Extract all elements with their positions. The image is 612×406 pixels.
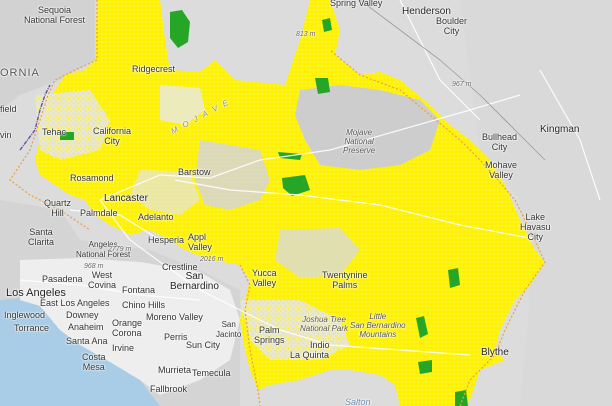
label-temecula: Temecula bbox=[192, 368, 231, 378]
label-spring-valley: Spring Valley bbox=[330, 0, 383, 8]
label-vin: vin bbox=[0, 130, 12, 140]
label-mojave-preserve: Mojave National Preserve bbox=[343, 128, 376, 155]
label-downey: Downey bbox=[66, 310, 99, 320]
label-costa-mesa: Costa Mesa bbox=[82, 352, 106, 372]
label-santa-ana: Santa Ana bbox=[66, 336, 108, 346]
label-elev-968: 968 m bbox=[84, 263, 104, 270]
label-california-city: California City bbox=[93, 126, 132, 146]
label-sequoia-nf: Sequoia National Forest bbox=[24, 5, 86, 25]
label-west-covina: West Covina bbox=[88, 270, 117, 290]
label-kingman: Kingman bbox=[540, 124, 580, 135]
label-irvine: Irvine bbox=[112, 343, 135, 353]
label-santa-clarita: Santa Clarita bbox=[28, 227, 55, 247]
label-elev-813: 813 m bbox=[296, 31, 316, 38]
label-fallbrook: Fallbrook bbox=[150, 384, 188, 394]
label-rosamond: Rosamond bbox=[70, 173, 114, 183]
label-blythe: Blythe bbox=[481, 347, 509, 358]
label-joshua-tree: Joshua Tree National Park bbox=[300, 315, 349, 333]
label-palmdale: Palmdale bbox=[80, 208, 118, 218]
label-sun-city: Sun City bbox=[186, 340, 221, 350]
label-yucca-valley: Yucca Valley bbox=[252, 268, 277, 288]
label-lake-havasu: Lake Havasu City bbox=[520, 212, 551, 242]
label-fontana: Fontana bbox=[122, 285, 156, 295]
label-ridgecrest: Ridgecrest bbox=[132, 64, 176, 74]
label-tehachapi: Tehac bbox=[42, 127, 67, 137]
label-california: ORNIA bbox=[0, 67, 40, 79]
label-apple-valley: Appl Valley bbox=[188, 232, 212, 252]
label-moreno-valley: Moreno Valley bbox=[146, 312, 203, 322]
label-lancaster: Lancaster bbox=[104, 193, 148, 204]
map-canvas[interactable]: Spring Valley Henderson Boulder City Seq… bbox=[0, 0, 612, 406]
label-la-quinta: La Quinta bbox=[290, 350, 330, 360]
label-field: field bbox=[0, 104, 17, 114]
label-murrieta: Murrieta bbox=[158, 365, 192, 375]
label-boulder-city: Boulder City bbox=[436, 16, 468, 36]
label-orange: Orange bbox=[112, 318, 143, 328]
label-elev-2016: 2016 m bbox=[200, 256, 224, 263]
label-adelanto: Adelanto bbox=[138, 212, 174, 222]
label-bullhead-city: Bullhead City bbox=[482, 132, 518, 152]
label-san-jacinto: San Jacinto bbox=[216, 320, 242, 339]
label-little-sb-mountains: Little San Bernardino Mountains bbox=[350, 312, 406, 339]
label-los-angeles: Los Angeles bbox=[6, 287, 66, 299]
label-anaheim: Anaheim bbox=[68, 322, 104, 332]
label-palm-springs: Palm Springs bbox=[254, 325, 285, 345]
label-quartz-hill: Quartz Hill bbox=[44, 198, 72, 218]
label-chino-hills: Chino Hills bbox=[122, 300, 166, 310]
label-torrance: Torrance bbox=[14, 323, 50, 333]
label-mohave-valley: Mohave Valley bbox=[485, 160, 518, 180]
label-twentynine-palms: Twentynine Palms bbox=[322, 270, 368, 290]
label-indio: Indio bbox=[310, 340, 330, 350]
label-elev-967: 967 m bbox=[452, 81, 472, 88]
label-east-la: East Los Angeles bbox=[40, 298, 110, 308]
label-inglewood: Inglewood bbox=[4, 310, 46, 320]
label-pasadena: Pasadena bbox=[42, 274, 83, 284]
label-san-bernardino: San Bernardino bbox=[170, 271, 219, 292]
label-salton: Salton bbox=[345, 397, 371, 406]
label-elev-2779: 2779 m bbox=[108, 246, 132, 253]
label-barstow: Barstow bbox=[178, 167, 211, 177]
label-hesperia: Hesperia bbox=[148, 235, 185, 245]
label-perris: Perris bbox=[164, 332, 188, 342]
label-corona: Corona bbox=[112, 328, 142, 338]
